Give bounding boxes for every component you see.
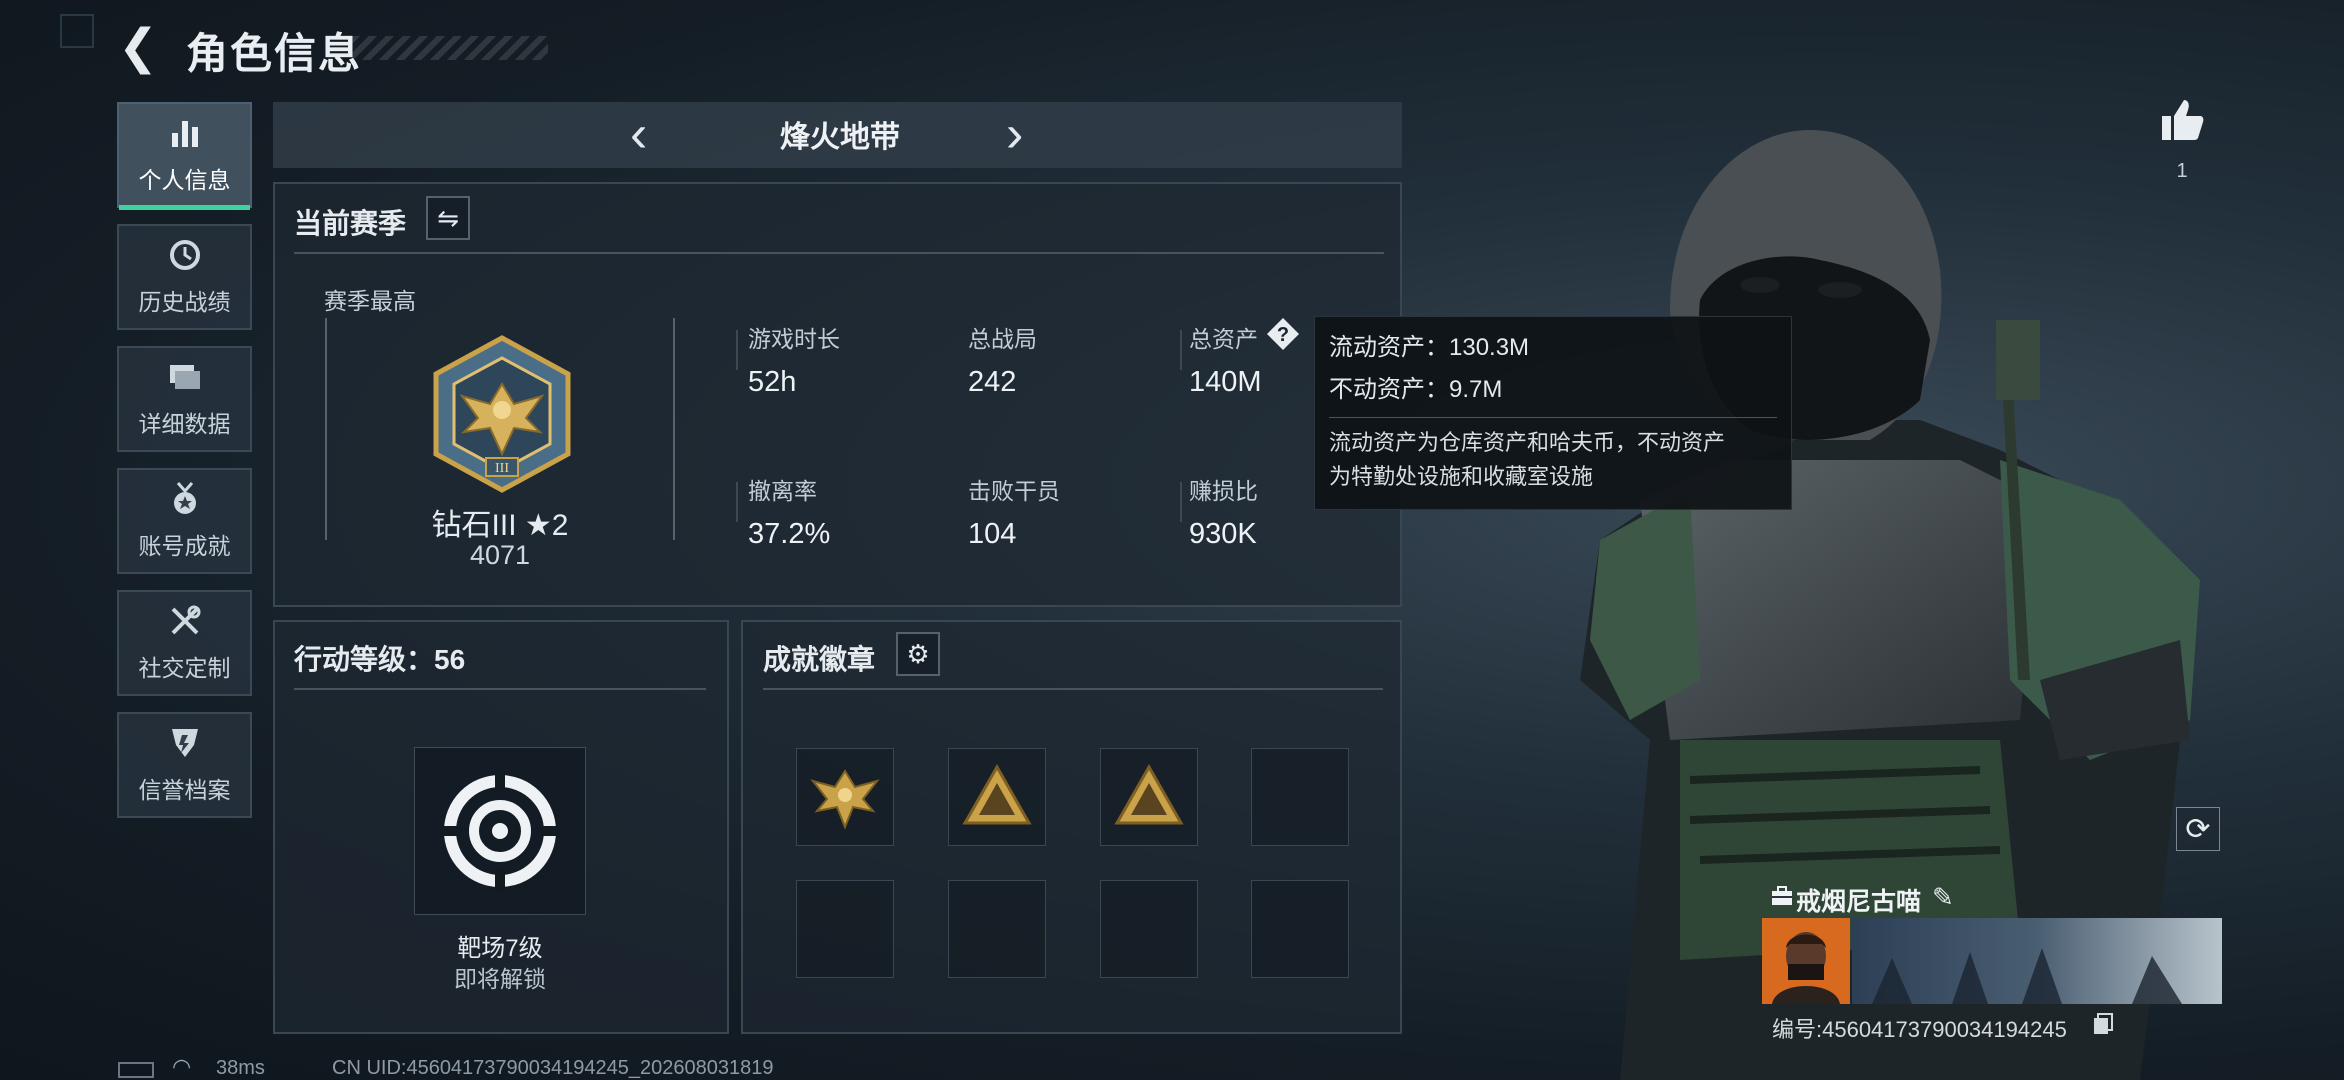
stat-value: 930K bbox=[1189, 518, 1257, 550]
rank-name: 钻石III ★2 bbox=[431, 509, 569, 542]
badge-slot-empty[interactable] bbox=[948, 880, 1046, 978]
badge-slot[interactable] bbox=[796, 748, 894, 846]
divider bbox=[1329, 417, 1777, 418]
stat-value: 242 bbox=[968, 366, 1017, 398]
assets-tooltip: 流动资产：130.3M 不动资产：9.7M 流动资产为仓库资产和哈夫币，不动资产… bbox=[1314, 316, 1792, 510]
rank-score: 4071 bbox=[469, 540, 531, 570]
divider bbox=[294, 252, 1384, 254]
briefcase-icon bbox=[1772, 886, 1792, 905]
sidebar-item-detailed-data[interactable]: 详细数据 bbox=[117, 346, 252, 452]
sidebar-item-label: 个人信息 bbox=[138, 167, 231, 193]
help-icon[interactable]: ? bbox=[1266, 317, 1300, 351]
wifi-icon: ◠ bbox=[172, 1054, 192, 1079]
tools-icon bbox=[167, 603, 203, 647]
target-icon bbox=[439, 770, 561, 892]
triangle-badge-icon bbox=[962, 763, 1032, 825]
sidebar-item-label: 账号成就 bbox=[138, 533, 231, 559]
player-id: 编号:4560417379003419424​5 bbox=[1772, 1017, 2067, 1042]
stat-label: 击败干员 bbox=[968, 478, 1060, 504]
stat-label: 撤离率 bbox=[748, 478, 817, 504]
tooltip-liquid-assets: 流动资产：130.3M bbox=[1329, 334, 1530, 361]
page-title: 角色信息 bbox=[186, 30, 363, 77]
stat-profit-ratio: 赚损比 930K bbox=[1189, 472, 1258, 551]
divider bbox=[736, 482, 738, 522]
switch-season-icon[interactable]: ⇋ bbox=[426, 196, 470, 240]
tooltip-fixed-assets: 不动资产：9.7M bbox=[1329, 376, 1503, 403]
stat-kills: 击败干员 104 bbox=[968, 472, 1060, 551]
badge-slot-empty[interactable] bbox=[796, 880, 894, 978]
divider bbox=[294, 688, 706, 690]
stat-label: 赚损比 bbox=[1189, 478, 1258, 504]
stat-value: 52h bbox=[748, 366, 797, 398]
gear-icon[interactable]: ⚙ bbox=[896, 632, 940, 676]
svg-text:?: ? bbox=[1277, 324, 1289, 346]
player-name: 戒烟尼古喵 bbox=[1796, 888, 1922, 916]
back-arrow-icon[interactable]: ❮ bbox=[118, 24, 162, 72]
stat-label: 游戏时长 bbox=[748, 326, 840, 352]
title-decoration bbox=[352, 36, 548, 60]
sidebar-item-label: 信誉档案 bbox=[138, 777, 231, 803]
stat-total-assets: 总资产 140M bbox=[1189, 320, 1262, 399]
corner-decoration bbox=[60, 14, 94, 48]
stat-label: 总资产 bbox=[1189, 326, 1258, 352]
clock-history-icon bbox=[167, 237, 203, 281]
bar-chart-icon bbox=[168, 115, 202, 159]
season-title: 当前赛季 bbox=[294, 208, 407, 239]
stat-value: 37.2% bbox=[748, 518, 831, 550]
shield-icon bbox=[168, 725, 202, 769]
badge-slot[interactable] bbox=[1100, 748, 1198, 846]
divider bbox=[763, 688, 1383, 690]
eagle-badge-icon bbox=[810, 769, 880, 830]
player-banner[interactable] bbox=[1852, 918, 2222, 1004]
uid-text: CN UID:4560417379003419424​5_20260803181… bbox=[332, 1057, 774, 1079]
diamond-rank-badge-icon: III bbox=[433, 335, 571, 493]
divider bbox=[736, 330, 738, 370]
chevron-right-icon[interactable]: › bbox=[1006, 108, 1023, 160]
tooltip-description-line: 流动资产为仓库资产和哈夫币，不动资产 bbox=[1329, 430, 1726, 455]
svg-text:III: III bbox=[495, 461, 509, 476]
stat-value: 140M bbox=[1189, 366, 1262, 398]
ping-value: 38ms bbox=[216, 1057, 265, 1079]
stat-extract-rate: 撤离率 37.2% bbox=[748, 472, 830, 551]
sidebar-item-label: 社交定制 bbox=[138, 655, 231, 681]
edit-pencil-icon[interactable]: ✎ bbox=[1932, 882, 1954, 913]
like-count: 1 bbox=[2176, 160, 2188, 182]
divider bbox=[1180, 330, 1182, 370]
mode-name: 烽火地带 bbox=[780, 121, 900, 154]
season-best-label: 赛季最高 bbox=[324, 288, 416, 314]
sidebar-item-achievements[interactable]: 账号成就 bbox=[117, 468, 252, 574]
sidebar-item-personal-info[interactable]: 个人信息 bbox=[117, 102, 252, 210]
stat-label: 总战局 bbox=[968, 326, 1037, 352]
range-level-name: 靶场7级 bbox=[457, 935, 543, 962]
stat-value: 104 bbox=[968, 518, 1017, 550]
battery-icon bbox=[118, 1062, 154, 1078]
sidebar-item-label: 详细数据 bbox=[138, 411, 231, 437]
medal-icon bbox=[168, 481, 202, 525]
stat-total-matches: 总战局 242 bbox=[968, 320, 1037, 399]
stat-play-time: 游戏时长 52h bbox=[748, 320, 840, 399]
sidebar-item-credit[interactable]: 信誉档案 bbox=[117, 712, 252, 818]
chevron-left-icon[interactable]: ‹ bbox=[630, 108, 647, 160]
tooltip-description-line: 为特勤处设施和收藏室设施 bbox=[1329, 464, 1594, 489]
avatar[interactable] bbox=[1762, 918, 1850, 1004]
sidebar-item-history[interactable]: 历史战绩 bbox=[117, 224, 252, 330]
badges-title: 成就徽章 bbox=[763, 644, 876, 675]
folders-icon bbox=[167, 359, 203, 403]
copy-icon[interactable] bbox=[2092, 1012, 2114, 1036]
badge-slot[interactable] bbox=[948, 748, 1046, 846]
refresh-icon[interactable]: ⟳ bbox=[2176, 807, 2220, 851]
badge-slot-empty[interactable] bbox=[1251, 880, 1349, 978]
sidebar-item-social[interactable]: 社交定制 bbox=[117, 590, 252, 696]
action-level-title: 行动等级：56 bbox=[294, 644, 466, 675]
badge-slot-empty[interactable] bbox=[1100, 880, 1198, 978]
sidebar-item-label: 历史战绩 bbox=[138, 289, 231, 315]
thumbs-up-icon[interactable] bbox=[2158, 96, 2206, 144]
triangle-badge-icon bbox=[1114, 763, 1184, 825]
range-level-card[interactable] bbox=[414, 747, 586, 915]
range-level-status: 即将解锁 bbox=[454, 966, 546, 992]
divider bbox=[1180, 482, 1182, 522]
badge-slot-empty[interactable] bbox=[1251, 748, 1349, 846]
